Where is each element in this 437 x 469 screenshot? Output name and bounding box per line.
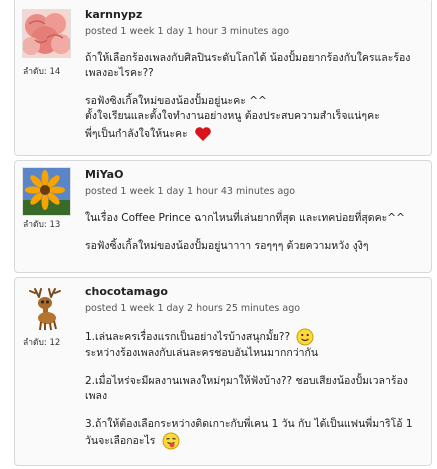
avatar[interactable] [22,284,71,333]
smile-emoticon-icon [296,328,314,346]
comment-card: ลำดับ: 14 karnnypz posted 1 week 1 day 1… [14,0,432,156]
post-timestamp: posted 1 week 1 day 1 hour 3 minutes ago [85,26,290,37]
comment-line: พี่ๆเป็นกำลังใจให้นะคะ [85,128,188,140]
comment-line: 1.เล่นละครเรื่องแรกเป็นอย่างไรบ้างสนุกมั… [85,331,291,343]
username[interactable]: chocotamago [85,285,423,298]
avatar[interactable] [22,167,71,216]
comment-line: ระหว่างร้องเพลงกับเล่นละครชอบอันไหนมากกว… [85,347,319,359]
avatar[interactable] [22,9,71,58]
comment-text: 1.เล่นละครเรื่องแรกเป็นอย่างไรบ้างสนุกมั… [85,327,423,450]
comment-line: 2.เมื่อไหร่จะมีผลงานเพลงใหม่ๆมาให้ฟังบ้า… [85,375,408,402]
comment-line: ในเรื่อง Coffee Prince ฉากไหนที่เล่นยากท… [85,212,405,224]
comment-text: ถ้าให้เลือกร้องเพลงกับศิลปินระดับโลกได้ … [85,50,423,143]
comment-line: รอฟังซิงเกิ้ลใหม่ของน้องปั้มอยู่นะคะ ^^ [85,95,267,107]
post-timestamp: posted 1 week 1 day 1 hour 43 minutes ag… [85,186,296,197]
tongue-emoticon-icon [162,432,180,450]
comment-line: ตั้งใจเรียนและตั้งใจทำงานอย่างหนู ต้องปร… [85,110,380,122]
comment-line: รอฟังซิ้งเกิ้ลใหม่ของน้องปั้มอยู่นาาาา ร… [85,240,369,252]
comment-line: 3.ถ้าให้ต้องเลือกระหว่างติดเกาะกับพี่เคน… [85,418,413,447]
post-timestamp: posted 1 week 1 day 2 hours 25 minutes a… [85,303,301,314]
rank-label: ลำดับ: 12 [23,338,61,348]
username[interactable]: MiYaO [85,168,423,181]
username[interactable]: karnnypz [85,8,423,21]
heart-icon [194,125,212,143]
comment-text: ในเรื่อง Coffee Prince ฉากไหนที่เล่นยากท… [85,210,423,254]
comment-line: ถ้าให้เลือกร้องเพลงกับศิลปินระดับโลกได้ … [85,52,411,79]
rank-label: ลำดับ: 14 [23,67,61,77]
rank-label: ลำดับ: 13 [23,220,61,230]
comment-card: ลำดับ: 13 MiYaO posted 1 week 1 day 1 ho… [14,160,432,273]
comment-card: ลำดับ: 12 chocotamago posted 1 week 1 da… [14,277,432,466]
